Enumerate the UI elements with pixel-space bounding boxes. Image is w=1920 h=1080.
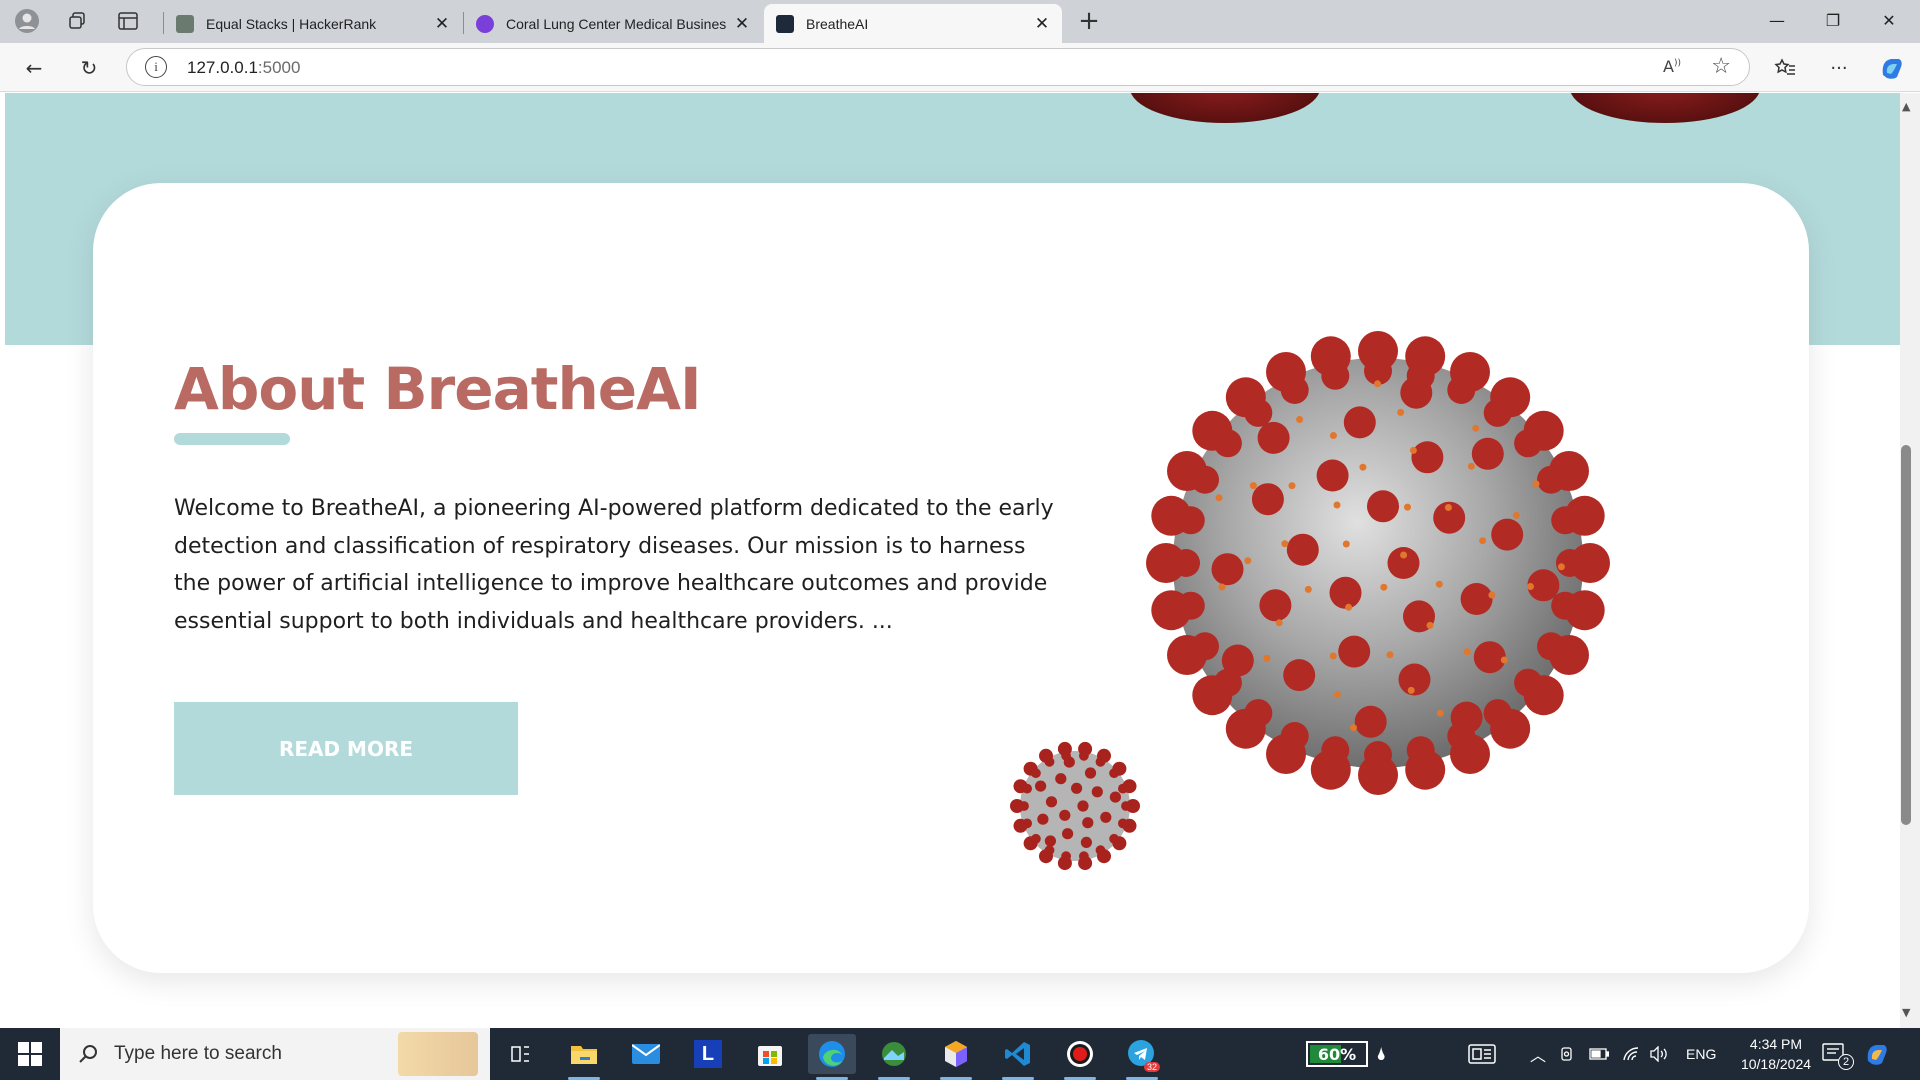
task-view-icon[interactable] bbox=[496, 1034, 544, 1074]
close-window-button[interactable]: ✕ bbox=[1862, 0, 1916, 40]
tab-breatheai[interactable]: BreatheAI ✕ bbox=[764, 4, 1062, 43]
address-bar[interactable]: i 127.0.0.1:5000 A)) ☆ bbox=[126, 48, 1750, 86]
meet-now-icon[interactable] bbox=[1560, 1028, 1576, 1080]
minimize-button[interactable]: — bbox=[1750, 0, 1804, 40]
read-aloud-icon[interactable]: A)) bbox=[1663, 57, 1681, 76]
notifications-icon[interactable]: 2 bbox=[1822, 1028, 1864, 1080]
scroll-down-icon[interactable]: ▼ bbox=[1902, 1006, 1910, 1019]
tab-title: Equal Stacks | HackerRank bbox=[206, 15, 377, 32]
more-options-icon[interactable]: ··· bbox=[1822, 51, 1856, 85]
tab-hackerrank[interactable]: Equal Stacks | HackerRank ✕ bbox=[164, 4, 462, 43]
tab-actions-icon[interactable] bbox=[113, 8, 143, 34]
microsoft-store-icon[interactable] bbox=[746, 1034, 794, 1074]
scrollbar-thumb[interactable] bbox=[1901, 445, 1911, 825]
small-coronavirus-image bbox=[1010, 741, 1140, 871]
vscode-icon[interactable] bbox=[994, 1034, 1042, 1080]
browser-toolbar: ← ↻ i 127.0.0.1:5000 A)) ☆ ··· bbox=[0, 43, 1920, 92]
tab-coral-lung[interactable]: Coral Lung Center Medical Business ✕ bbox=[464, 4, 762, 43]
profile-icon[interactable] bbox=[12, 8, 42, 34]
wifi-icon[interactable] bbox=[1622, 1028, 1642, 1080]
search-highlight-icon bbox=[398, 1032, 478, 1076]
about-description: Welcome to BreatheAI, a pioneering AI-po… bbox=[174, 496, 1054, 634]
browser-tab-bar: Equal Stacks | HackerRank ✕ Coral Lung C… bbox=[0, 0, 1920, 43]
windows-logo-icon bbox=[18, 1042, 42, 1066]
taskbar-search-box[interactable]: Type here to search bbox=[60, 1028, 490, 1080]
volume-icon[interactable] bbox=[1649, 1028, 1669, 1080]
telegram-badge: 32 bbox=[1143, 1062, 1160, 1072]
edge-browser-icon[interactable] bbox=[808, 1034, 856, 1080]
tab-title: Coral Lung Center Medical Business bbox=[506, 15, 726, 32]
notification-count: 2 bbox=[1838, 1054, 1854, 1070]
windows-taskbar: Type here to search L 32 60% 🌢 ︿ ENG 4:3… bbox=[0, 1028, 1920, 1080]
copilot-taskbar-icon[interactable] bbox=[1862, 1028, 1892, 1080]
restore-button[interactable]: ❐ bbox=[1806, 0, 1860, 40]
file-explorer-icon[interactable] bbox=[560, 1034, 608, 1080]
telegram-icon[interactable]: 32 bbox=[1118, 1034, 1166, 1080]
tab-title: BreatheAI bbox=[806, 15, 869, 32]
copilot-icon[interactable] bbox=[1875, 51, 1909, 85]
clock-time: 4:34 PM bbox=[1749, 1036, 1803, 1052]
url-text: 127.0.0.1:5000 bbox=[187, 58, 301, 77]
screen-recorder-icon[interactable] bbox=[1056, 1034, 1104, 1080]
read-more-button[interactable]: READ MORE bbox=[174, 702, 518, 795]
coronavirus-image bbox=[1146, 331, 1610, 795]
scroll-up-icon[interactable]: ▲ bbox=[1902, 100, 1910, 113]
start-button[interactable] bbox=[0, 1028, 60, 1080]
workspaces-icon[interactable] bbox=[62, 8, 92, 34]
hackerrank-favicon-icon bbox=[176, 14, 194, 33]
refresh-button[interactable]: ↻ bbox=[72, 51, 106, 85]
title-underline bbox=[174, 433, 290, 445]
app-l-icon[interactable]: L bbox=[684, 1034, 732, 1074]
show-hidden-icons-icon[interactable]: ︿ bbox=[1530, 1028, 1546, 1080]
close-tab-icon[interactable]: ✕ bbox=[734, 14, 750, 34]
battery-tray-icon[interactable] bbox=[1589, 1028, 1609, 1080]
charging-icon: 🌢 bbox=[1376, 1043, 1387, 1064]
battery-indicator[interactable]: 60% bbox=[1306, 1041, 1368, 1067]
close-tab-icon[interactable]: ✕ bbox=[434, 14, 450, 34]
new-tab-button[interactable]: + bbox=[1074, 6, 1104, 36]
favorites-icon[interactable] bbox=[1768, 51, 1802, 85]
mail-icon[interactable] bbox=[622, 1034, 670, 1074]
battery-percent: 60% bbox=[1317, 1044, 1357, 1064]
clock-date: 10/18/2024 bbox=[1740, 1056, 1812, 1072]
site-info-icon[interactable]: i bbox=[145, 56, 167, 78]
cube-app-icon[interactable] bbox=[932, 1034, 980, 1080]
about-title: About BreatheAI bbox=[174, 355, 702, 423]
photos-app-icon[interactable] bbox=[870, 1034, 918, 1080]
back-button[interactable]: ← bbox=[17, 51, 51, 85]
close-tab-icon[interactable]: ✕ bbox=[1034, 14, 1050, 34]
terminal-favicon-icon bbox=[776, 14, 794, 33]
search-placeholder: Type here to search bbox=[114, 1043, 282, 1064]
search-icon bbox=[79, 1045, 97, 1063]
favorite-star-icon[interactable]: ☆ bbox=[1711, 54, 1731, 79]
clock[interactable]: 4:34 PM 10/18/2024 bbox=[1736, 1028, 1816, 1080]
news-widget-icon[interactable] bbox=[1468, 1028, 1496, 1080]
page-favicon-icon bbox=[476, 14, 494, 33]
language-indicator[interactable]: ENG bbox=[1686, 1028, 1716, 1080]
page-viewport: About BreatheAI Welcome to BreatheAI, a … bbox=[0, 93, 1900, 1028]
